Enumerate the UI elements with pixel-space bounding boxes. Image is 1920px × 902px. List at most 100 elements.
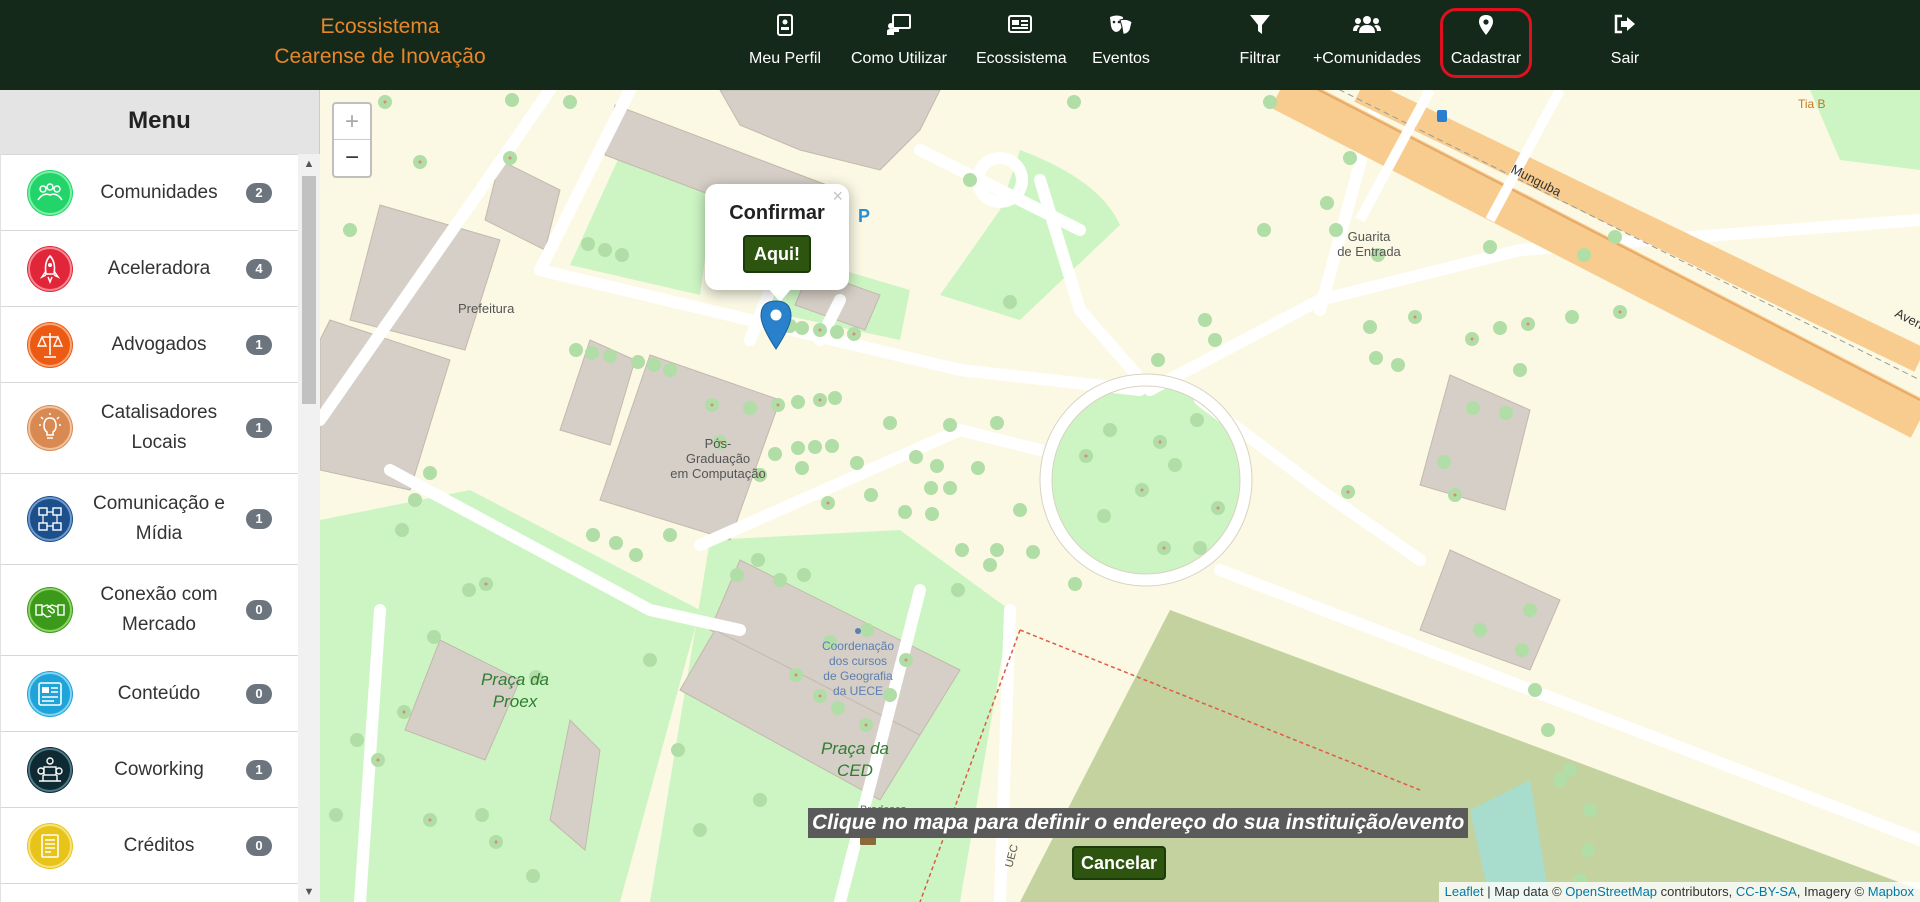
count-badge: 1	[246, 760, 272, 780]
map-label-avenida: Aven	[1893, 305, 1920, 332]
attrib-text-1: | Map data ©	[1483, 884, 1566, 899]
nav-eventos-label: Eventos	[1092, 50, 1150, 67]
count-badge: 2	[246, 183, 272, 203]
count-badge: 0	[246, 600, 272, 620]
credits-icon	[27, 823, 73, 869]
map-label-pos-1: Pós-	[705, 436, 732, 451]
mapbox-link[interactable]: Mapbox	[1868, 884, 1914, 899]
count-badge: 4	[246, 259, 272, 279]
nav-sair-label: Sair	[1610, 50, 1640, 67]
menu-item-conexao-com-mercado[interactable]: Conexão com Mercado 0	[0, 564, 298, 655]
menu-item-comunicacao-e-midia[interactable]: Comunicação e Mídia 1	[0, 473, 298, 564]
cancel-button[interactable]: Cancelar	[1072, 846, 1166, 880]
menu-item-conteudo[interactable]: Conteúdo 0	[0, 655, 298, 731]
top-navbar: Ecossistema Cearense de Inovação Meu Per…	[0, 0, 1920, 90]
map-label-coord-4: da UECE	[833, 684, 883, 698]
map-attribution: Leaflet | Map data © OpenStreetMap contr…	[1438, 882, 1920, 902]
zoom-out-button[interactable]: −	[334, 140, 370, 176]
popup-title: Confirmar	[729, 202, 825, 224]
media-network-icon	[27, 496, 73, 542]
id-card-icon	[748, 14, 822, 44]
nav-filtrar[interactable]: Filtrar	[1234, 12, 1286, 74]
map-label-praca-ced-1: Praça da	[821, 739, 889, 758]
menu-item-comunidades[interactable]: Comunidades 2	[0, 154, 298, 230]
nav-filtrar-label: Filtrar	[1239, 50, 1281, 67]
brand-title[interactable]: Ecossistema Cearense de Inovação	[270, 12, 490, 72]
scroll-up-arrow-icon[interactable]: ▲	[298, 154, 320, 174]
menu-item-label: Advogados	[111, 334, 207, 355]
handshake-icon	[27, 587, 73, 633]
leaflet-link[interactable]: Leaflet	[1445, 884, 1484, 899]
nav-meu-perfil-label: Meu Perfil	[748, 50, 822, 67]
menu-item-label: Conteúdo	[117, 683, 201, 704]
nav-mais-comunidades-label: +Comunidades	[1312, 50, 1422, 67]
map-pin-icon[interactable]	[760, 300, 792, 355]
menu-item-aceleradora[interactable]: Aceleradora 4	[0, 230, 298, 306]
theater-masks-icon	[1090, 14, 1152, 44]
map-label-guarita-2: de Entrada	[1337, 244, 1401, 259]
newspaper-icon	[976, 14, 1064, 44]
menu-item-label: Conexão com Mercado	[100, 584, 218, 635]
attrib-text-2: contributors,	[1657, 884, 1736, 899]
nav-como-utilizar[interactable]: Como Utilizar	[850, 12, 948, 74]
menu-list: Comunidades 2 Aceleradora 4 Advogados 1 …	[0, 154, 298, 902]
menu-item-label: Catalisadores Locais	[100, 402, 218, 453]
map-label-tia-b: Tia B	[1798, 97, 1826, 111]
count-badge: 1	[246, 509, 272, 529]
nav-sair[interactable]: Sair	[1606, 12, 1644, 74]
users-icon	[1310, 14, 1424, 44]
menu-item-partial[interactable]	[0, 883, 298, 902]
map-label-prefeitura: Prefeitura	[458, 301, 515, 316]
map-label-guarita-1: Guarita	[1348, 229, 1391, 244]
lightbulb-icon	[27, 405, 73, 451]
menu-item-coworking[interactable]: Coworking 1	[0, 731, 298, 807]
menu-title: Menu	[0, 90, 319, 154]
content-board-icon	[27, 671, 73, 717]
map-label-coord-2: dos cursos	[829, 654, 887, 668]
menu-item-advogados[interactable]: Advogados 1	[0, 306, 298, 382]
coworking-icon	[27, 747, 73, 793]
scroll-thumb[interactable]	[302, 176, 316, 404]
sidebar-menu: Menu Comunidades 2 Aceleradora 4 Advogad…	[0, 90, 320, 902]
scales-icon	[27, 322, 73, 368]
nav-como-utilizar-label: Como Utilizar	[850, 50, 947, 67]
map-label-pos-3: em Computação	[670, 466, 765, 481]
menu-item-label: Comunidades	[100, 182, 218, 203]
map-label-pos-2: Graduação	[686, 451, 750, 466]
filter-icon	[1234, 14, 1286, 44]
license-link[interactable]: CC-BY-SA	[1736, 884, 1797, 899]
nav-ecossistema-label: Ecossistema	[976, 50, 1067, 67]
nav-meu-perfil[interactable]: Meu Perfil	[748, 12, 822, 74]
nav-mais-comunidades[interactable]: +Comunidades	[1310, 12, 1424, 74]
brand-line-1: Ecossistema	[320, 15, 440, 38]
nav-ecossistema[interactable]: Ecossistema	[976, 12, 1067, 74]
count-badge: 1	[246, 335, 272, 355]
menu-item-label: Créditos	[123, 835, 195, 856]
menu-item-catalisadores-locais[interactable]: Catalisadores Locais 1	[0, 382, 298, 473]
menu-item-label: Coworking	[114, 759, 204, 780]
popup-aqui-button[interactable]: Aqui!	[743, 235, 811, 273]
map-label-coord-3: de Geografia	[823, 669, 893, 683]
menu-item-creditos[interactable]: Créditos 0	[0, 807, 298, 883]
sign-out-icon	[1606, 14, 1644, 44]
confirm-popup: × Confirmar Aqui!	[705, 184, 849, 290]
attrib-text-3: , Imagery ©	[1796, 884, 1868, 899]
map-base-tiles[interactable]: Prefeitura Pós- Graduação em Computação …	[320, 90, 1920, 902]
popup-close-icon[interactable]: ×	[832, 186, 843, 207]
map-label-praca-proex-2: Proex	[493, 692, 538, 711]
map-label-coord-1: Coordenação	[822, 639, 894, 653]
map-canvas[interactable]: Prefeitura Pós- Graduação em Computação …	[320, 90, 1920, 902]
count-badge: 0	[246, 836, 272, 856]
rocket-icon	[27, 246, 73, 292]
menu-item-label: Aceleradora	[107, 258, 211, 279]
openstreetmap-link[interactable]: OpenStreetMap	[1565, 884, 1657, 899]
nav-eventos[interactable]: Eventos	[1090, 12, 1152, 74]
cadastrar-highlight-outline	[1440, 8, 1532, 78]
scroll-down-arrow-icon[interactable]: ▼	[298, 882, 320, 902]
map-label-praca-proex-1: Praça da	[481, 670, 549, 689]
map-label-praca-ced-2: CED	[837, 761, 873, 780]
parking-icon: P	[858, 206, 870, 226]
zoom-in-button[interactable]: +	[334, 104, 370, 140]
menu-scrollbar[interactable]: ▲ ▼	[298, 154, 320, 902]
people-group-icon	[27, 170, 73, 216]
